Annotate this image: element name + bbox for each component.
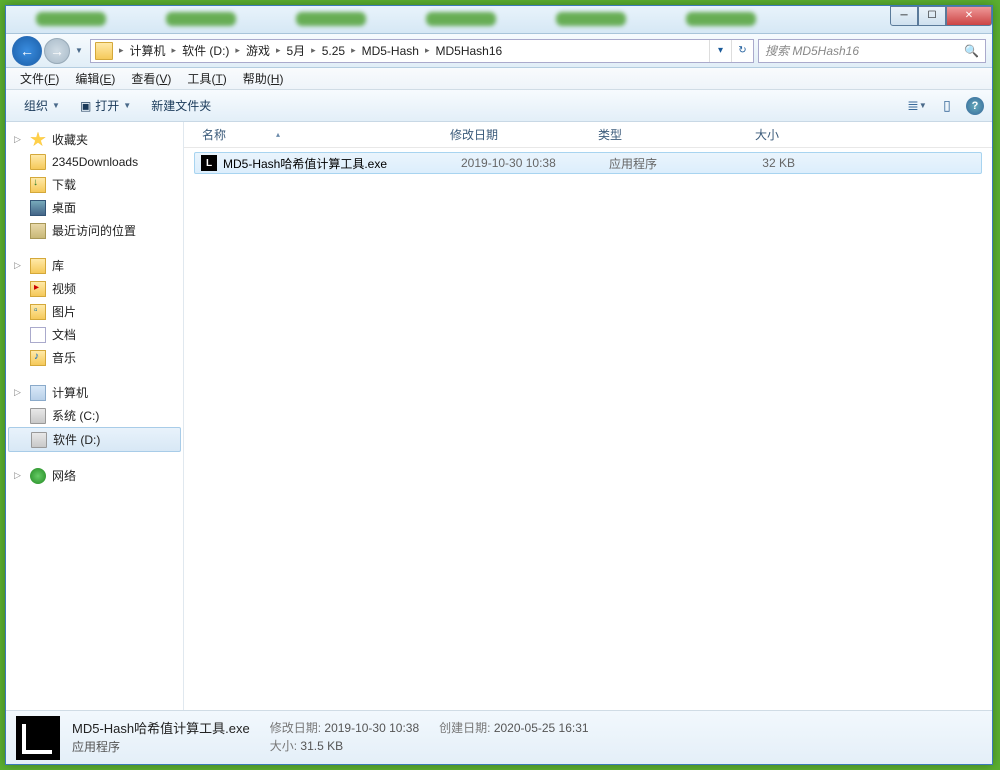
drive-icon — [31, 432, 47, 448]
view-mode-button[interactable]: ≣ ▼ — [906, 95, 928, 117]
documents-icon — [30, 327, 46, 343]
breadcrumb[interactable]: 计算机 — [126, 40, 170, 62]
sidebar-item[interactable]: 音乐 — [6, 346, 183, 369]
computer-icon — [30, 385, 46, 401]
details-pane: MD5-Hash哈希值计算工具.exe 应用程序 修改日期: 2019-10-3… — [6, 710, 992, 764]
menubar: 文件(F) 编辑(E) 查看(V) 工具(T) 帮助(H) — [6, 68, 992, 90]
explorer-window: ─ ☐ ✕ ← → ▼ ▸ 计算机▸ 软件 (D:)▸ 游戏▸ 5月▸ 5.25… — [5, 5, 993, 765]
details-filetype: 应用程序 — [72, 738, 250, 756]
help-icon[interactable]: ? — [966, 97, 984, 115]
minimize-button[interactable]: ─ — [890, 6, 918, 26]
breadcrumb[interactable]: 5月 — [282, 40, 309, 62]
titlebar: ─ ☐ ✕ — [6, 6, 992, 34]
content-area: 名称 ▴ 修改日期 类型 大小 L MD5-Hash哈希值计算工具.exe 20… — [184, 122, 992, 710]
details-filename: MD5-Hash哈希值计算工具.exe — [72, 719, 250, 739]
music-icon — [30, 350, 46, 366]
column-headers: 名称 ▴ 修改日期 类型 大小 — [184, 122, 992, 148]
refresh-button[interactable]: ↻ — [731, 40, 753, 62]
breadcrumb[interactable]: 游戏 — [242, 40, 274, 62]
menu-tools[interactable]: 工具(T) — [179, 68, 234, 89]
menu-help[interactable]: 帮助(H) — [235, 68, 292, 89]
file-type: 应用程序 — [609, 155, 717, 172]
sidebar-item[interactable]: 桌面 — [6, 196, 183, 219]
sidebar-item[interactable]: 下载 — [6, 173, 183, 196]
sidebar-item[interactable]: 软件 (D:) — [8, 427, 181, 452]
sidebar: ▷收藏夹 2345Downloads 下载 桌面 最近访问的位置 ▷库 视频 图… — [6, 122, 184, 710]
newfolder-button[interactable]: 新建文件夹 — [141, 93, 221, 118]
file-size: 32 KB — [717, 156, 795, 170]
sidebar-item[interactable]: 系统 (C:) — [6, 404, 183, 427]
file-row[interactable]: L MD5-Hash哈希值计算工具.exe 2019-10-30 10:38 应… — [194, 152, 982, 174]
libraries-header[interactable]: ▷库 — [6, 254, 183, 277]
preview-pane-button[interactable]: ▯ — [936, 95, 958, 117]
address-dropdown[interactable]: ▾ — [709, 40, 731, 62]
close-button[interactable]: ✕ — [946, 6, 992, 26]
addressbar[interactable]: ▸ 计算机▸ 软件 (D:)▸ 游戏▸ 5月▸ 5.25▸ MD5-Hash▸ … — [90, 39, 754, 63]
sidebar-item[interactable]: 最近访问的位置 — [6, 219, 183, 242]
sidebar-item[interactable]: 视频 — [6, 277, 183, 300]
recent-icon — [30, 223, 46, 239]
drive-icon — [30, 408, 46, 424]
col-date[interactable]: 修改日期 — [442, 126, 590, 143]
col-type[interactable]: 类型 — [590, 126, 698, 143]
menu-edit[interactable]: 编辑(E) — [67, 68, 123, 89]
pictures-icon — [30, 304, 46, 320]
details-icon — [16, 716, 60, 760]
breadcrumb[interactable]: MD5-Hash — [358, 40, 423, 62]
file-name: MD5-Hash哈希值计算工具.exe — [223, 155, 461, 172]
search-placeholder: 搜索 MD5Hash16 — [765, 42, 859, 59]
maximize-button[interactable]: ☐ — [918, 6, 946, 26]
exe-icon: L — [201, 155, 217, 171]
history-dropdown[interactable]: ▼ — [72, 40, 86, 62]
star-icon — [30, 132, 46, 148]
breadcrumb[interactable]: 5.25 — [318, 40, 349, 62]
file-date: 2019-10-30 10:38 — [461, 156, 609, 170]
commandbar: 组织 ▼ ▣ 打开 ▼ 新建文件夹 ≣ ▼ ▯ ? — [6, 90, 992, 122]
forward-button[interactable]: → — [44, 38, 70, 64]
navbar: ← → ▼ ▸ 计算机▸ 软件 (D:)▸ 游戏▸ 5月▸ 5.25▸ MD5-… — [6, 34, 992, 68]
search-input[interactable]: 搜索 MD5Hash16 🔍 — [758, 39, 986, 63]
menu-view[interactable]: 查看(V) — [123, 68, 179, 89]
col-name[interactable]: 名称 ▴ — [194, 126, 442, 143]
sidebar-item[interactable]: 2345Downloads — [6, 151, 183, 173]
back-button[interactable]: ← — [12, 36, 42, 66]
file-list[interactable]: L MD5-Hash哈希值计算工具.exe 2019-10-30 10:38 应… — [184, 148, 992, 710]
sort-arrow-icon: ▴ — [276, 130, 280, 139]
open-button[interactable]: ▣ 打开 ▼ — [70, 93, 141, 118]
breadcrumb[interactable]: MD5Hash16 — [431, 40, 506, 62]
col-size[interactable]: 大小 — [698, 126, 788, 143]
folder-icon — [30, 154, 46, 170]
organize-button[interactable]: 组织 ▼ — [14, 93, 70, 118]
sidebar-item[interactable]: 文档 — [6, 323, 183, 346]
network-icon — [30, 468, 46, 484]
favorites-header[interactable]: ▷收藏夹 — [6, 128, 183, 151]
video-icon — [30, 281, 46, 297]
library-icon — [30, 258, 46, 274]
breadcrumb[interactable]: 软件 (D:) — [178, 40, 233, 62]
computer-header[interactable]: ▷计算机 — [6, 381, 183, 404]
search-icon: 🔍 — [964, 44, 979, 58]
sidebar-item[interactable]: 图片 — [6, 300, 183, 323]
downloads-icon — [30, 177, 46, 193]
desktop-icon — [30, 200, 46, 216]
folder-icon — [95, 42, 113, 60]
menu-file[interactable]: 文件(F) — [12, 68, 67, 89]
network-header[interactable]: ▷网络 — [6, 464, 183, 487]
